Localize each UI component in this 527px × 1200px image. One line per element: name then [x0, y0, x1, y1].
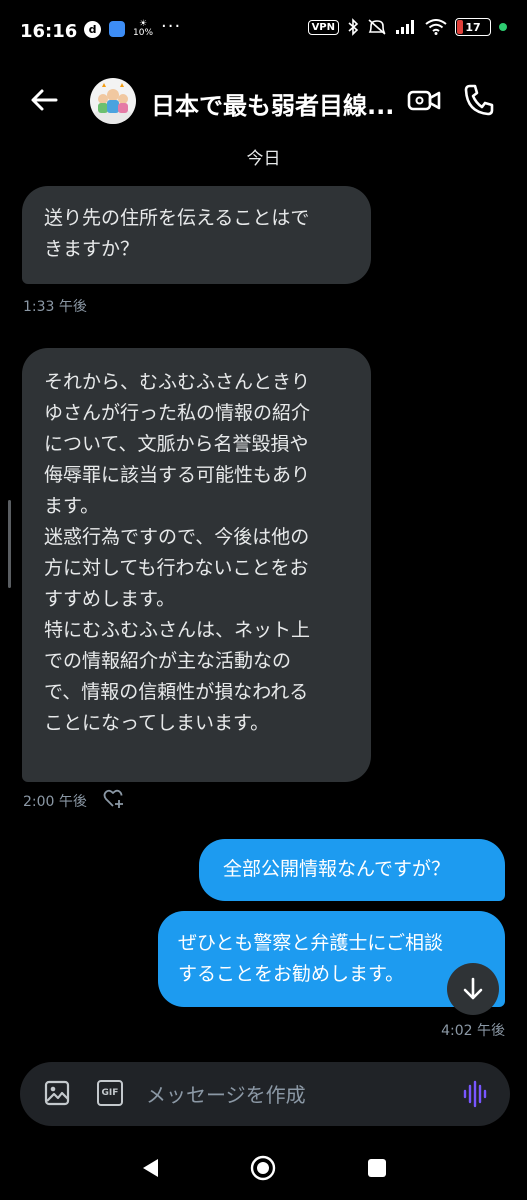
gif-button[interactable]: GIF: [97, 1080, 123, 1106]
message-input[interactable]: [144, 1072, 448, 1118]
scroll-to-bottom-button[interactable]: [447, 963, 499, 1015]
status-clock: 16:16: [20, 21, 78, 42]
message-text: 送り先の住所を伝えることはで きますか？: [44, 207, 310, 260]
message-text: ぜひとも警察と弁護士にご相談 することをお勧めします。: [178, 932, 444, 985]
weather-percent: 10%: [133, 28, 154, 38]
mute-icon: [368, 19, 386, 35]
message-bubble-outgoing[interactable]: 全部公開情報なんですが？: [199, 839, 505, 901]
status-notification-icons: d ☀ 10% ···: [84, 16, 181, 38]
cloud-app-icon: [109, 21, 125, 37]
video-call-button[interactable]: [406, 84, 442, 116]
signal-icon: [396, 20, 414, 34]
message-timestamp: 4:02 午後: [441, 1023, 505, 1039]
app-badge-icon: d: [84, 20, 101, 38]
scroll-edge-handle: [8, 500, 11, 588]
vpn-badge: VPN: [307, 19, 339, 35]
wifi-icon: [425, 19, 447, 35]
system-home-button[interactable]: [250, 1155, 276, 1181]
voice-call-button[interactable]: [462, 82, 496, 118]
more-notifications-icon: ···: [161, 15, 182, 37]
image-icon[interactable]: [44, 1080, 70, 1106]
weather-icon: ☀ 10%: [133, 19, 154, 38]
group-avatar[interactable]: [90, 78, 136, 124]
group-avatar-image: [93, 83, 133, 124]
message-bubble-incoming[interactable]: それから、むふむふさんときり ゆさんが行った私の情報の紹介 について、文脈から名…: [22, 348, 371, 782]
message-bubble-incoming[interactable]: 送り先の住所を伝えることはで きますか？: [22, 186, 371, 284]
battery-indicator: 17: [455, 18, 491, 36]
arrow-down-icon: [463, 977, 483, 1000]
system-back-button[interactable]: [140, 1157, 160, 1179]
message-text: それから、むふむふさんときり ゆさんが行った私の情報の紹介 について、文脈から名…: [44, 371, 311, 734]
heart-plus-icon[interactable]: [103, 789, 125, 809]
status-bar: 16:16 d ☀ 10% ··· VPN 17: [0, 0, 527, 62]
message-text: 全部公開情報なんですが？: [223, 858, 451, 880]
voice-waveform-icon[interactable]: [462, 1080, 488, 1108]
system-recents-button[interactable]: [368, 1159, 386, 1177]
bluetooth-icon: [348, 18, 359, 36]
date-divider: 今日: [246, 149, 281, 169]
back-button[interactable]: [26, 82, 62, 118]
message-timestamp: 2:00 午後: [23, 794, 87, 810]
privacy-indicator-dot: [499, 23, 507, 31]
message-timestamp: 1:33 午後: [23, 299, 87, 315]
conversation-title[interactable]: 日本で最も弱者目線...: [151, 86, 406, 121]
status-system-icons: VPN 17: [307, 18, 507, 36]
